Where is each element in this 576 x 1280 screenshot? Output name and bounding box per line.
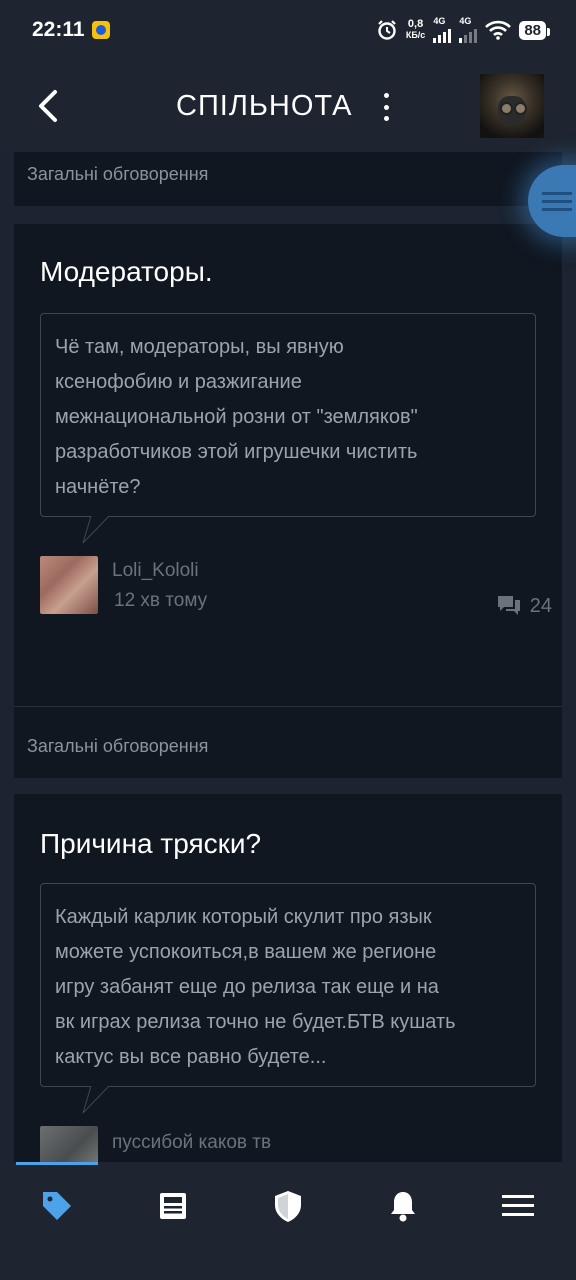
author-avatar[interactable] — [40, 556, 98, 614]
menu-icon — [502, 1195, 534, 1216]
post-text-line: разработчиков этой игрушечки чистить — [55, 441, 418, 463]
post-text-line: Чё там, модераторы, вы явную — [55, 336, 344, 358]
status-indicators: 0,8 КБ/с 4G 4G 88 — [376, 16, 550, 44]
bubble-tail — [82, 1086, 110, 1114]
post-preview-bubble[interactable]: Каждый карлик который скулит про язык мо… — [40, 883, 536, 1114]
page-title: СПІЛЬНОТА — [176, 90, 353, 122]
post-text-line: ксенофобию и разжигание — [55, 371, 302, 393]
post-card[interactable]: Модераторы. Чё там, модераторы, вы явную… — [14, 224, 562, 778]
nav-tab-store[interactable] — [27, 1184, 87, 1228]
comment-count-value: 24 — [529, 594, 552, 617]
back-button[interactable] — [28, 86, 68, 126]
post-text-line: игру забанят еще до релиза так еще и на — [55, 976, 439, 998]
category-label: Загальні обговорення — [27, 736, 209, 756]
post-text-line: кактус вы все равно будете... — [55, 1046, 327, 1068]
post-title[interactable]: Причина тряски? — [40, 828, 261, 860]
network-type-1: 4G — [433, 16, 446, 26]
tag-icon — [43, 1192, 71, 1220]
bottom-navigation — [0, 1162, 576, 1280]
avatar-eye-left — [500, 102, 513, 115]
author-name[interactable]: пуссибой каков тв — [112, 1132, 271, 1154]
app-header: СПІЛЬНОТА — [0, 60, 576, 152]
post-text-line: можете успокоиться,в вашем же регионе — [55, 941, 437, 963]
nav-tab-news[interactable] — [143, 1184, 203, 1228]
post-title[interactable]: Модераторы. — [40, 256, 213, 288]
battery-indicator: 88 — [519, 20, 550, 40]
bubble-tail — [82, 516, 110, 544]
network-speed-value: 0,8 — [407, 18, 424, 30]
card-divider — [14, 706, 562, 707]
feed-card-partial: Загальні обговорення — [14, 152, 562, 206]
signal-bars-icon — [433, 27, 452, 43]
status-bar: 22:11 0,8 КБ/с 4G 4G 88 — [0, 0, 576, 60]
signal-2: 4G — [459, 16, 478, 43]
category-label: Загальні обговорення — [27, 164, 209, 184]
post-card[interactable]: Причина тряски? Каждый карлик который ск… — [14, 794, 562, 1162]
carrier-app-icon — [92, 21, 110, 39]
network-type-2: 4G — [459, 16, 472, 26]
post-text-line: вк играх релиза точно не будет.БТВ кушат… — [55, 1011, 456, 1033]
network-speed: 0,8 КБ/с — [406, 19, 425, 41]
post-text-line: межнациональной розни от "земляков" — [55, 406, 418, 428]
shield-icon — [275, 1191, 301, 1222]
nav-tab-guard[interactable] — [258, 1184, 318, 1228]
author-name[interactable]: Loli_Kololi — [112, 560, 199, 582]
discussion-feed[interactable]: Загальні обговорення Модераторы. Чё там,… — [0, 152, 576, 1162]
post-text-line: начнёте? — [55, 476, 141, 498]
post-text-line: Каждый карлик который скулит про язык — [55, 906, 432, 928]
post-time: 12 хв тому — [114, 590, 208, 611]
network-speed-unit: КБ/с — [405, 30, 426, 40]
bell-icon — [391, 1192, 415, 1222]
avatar-eye-right — [514, 102, 527, 115]
news-icon — [160, 1193, 186, 1219]
nav-tab-notifications[interactable] — [373, 1184, 433, 1228]
active-tab-indicator — [16, 1162, 98, 1165]
signal-bars-icon — [459, 27, 478, 43]
post-preview-bubble[interactable]: Чё там, модераторы, вы явную ксенофобию … — [40, 313, 536, 544]
author-avatar[interactable] — [40, 1126, 98, 1162]
comment-count[interactable]: 24 — [496, 594, 552, 618]
kebab-menu-icon[interactable] — [374, 90, 398, 124]
nav-tab-menu[interactable] — [488, 1184, 548, 1228]
wifi-icon — [485, 20, 512, 40]
chevron-left-icon — [39, 90, 57, 122]
post-preview-text: Чё там, модераторы, вы явную ксенофобию … — [55, 330, 521, 505]
status-time: 22:11 — [32, 18, 85, 41]
comments-icon — [497, 596, 520, 615]
signal-1: 4G — [433, 16, 452, 43]
post-preview-text: Каждый карлик который скулит про язык мо… — [55, 900, 521, 1075]
alarm-icon — [378, 20, 396, 40]
user-avatar[interactable] — [480, 74, 544, 138]
